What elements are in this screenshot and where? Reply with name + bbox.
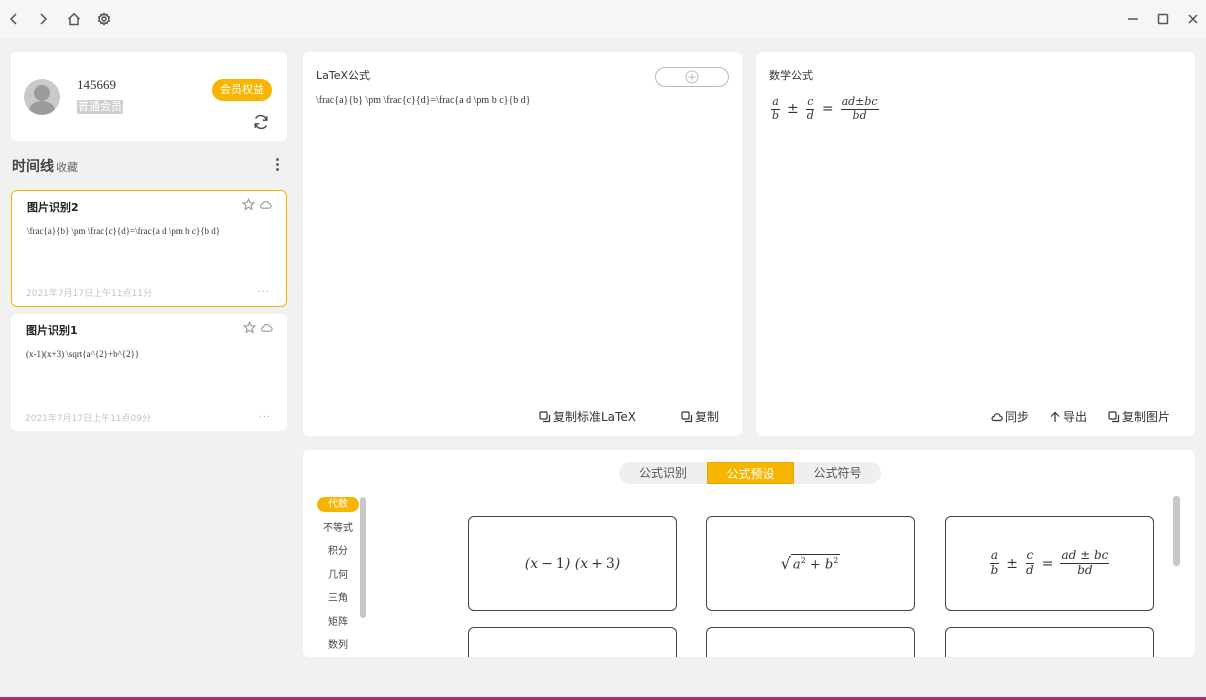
chevron-left-icon[interactable] [4,9,24,29]
arrow-up-icon [1050,411,1060,422]
preset-panel: 公式识别 公式预设 公式符号 代数 不等式 积分 几何 三角 矩阵 数列 (x −… [303,450,1195,657]
preset-formula-card[interactable]: ab ± cd = ad ± bc bd [945,516,1154,611]
preset-formula-card[interactable]: (x −1) (x +3) [468,516,677,611]
refresh-icon[interactable] [252,113,270,131]
maximize-icon[interactable] [1153,9,1173,29]
category-geometry[interactable]: 几何 [317,568,359,583]
add-button[interactable] [655,67,729,87]
tab-formula-recognition[interactable]: 公式识别 [619,462,707,484]
star-icon[interactable] [243,321,256,334]
cloud-icon[interactable] [260,321,273,334]
copy-image-button[interactable]: 复制图片 [1108,408,1170,425]
minimize-icon[interactable] [1123,9,1143,29]
cloud-icon[interactable] [259,198,272,211]
preset-formula-card[interactable]: √ a2 + b2 [706,516,915,611]
more-horizontal-icon[interactable]: ··· [257,288,270,298]
timeline-item[interactable]: 图片识别1 (x-1)(x+3) \sqrt{a^{2}+b^{2}} 2021… [11,314,287,431]
title-bar [0,0,1206,38]
math-panel: 数学公式 ab ± cd = ad±bc bd 同步 导出 复制图片 [756,52,1195,436]
profile-card: 145669 普通会员 会员权益 [11,52,287,141]
category-trigonometry[interactable]: 三角 [317,591,359,606]
close-icon[interactable] [1183,9,1203,29]
sync-label: 同步 [1005,410,1030,424]
timeline-item-name: 图片识别2 [27,201,79,214]
copy-image-label: 复制图片 [1122,410,1171,424]
star-icon[interactable] [242,198,255,211]
favorites-tab[interactable]: 收藏 [56,159,78,175]
category-scrollbar[interactable] [360,497,366,618]
export-button[interactable]: 导出 [1049,408,1087,425]
copy-button[interactable]: 复制 [681,408,719,425]
avatar[interactable] [24,79,60,115]
copy-standard-latex-label: 复制标准LaTeX [553,410,636,424]
home-icon[interactable] [64,9,84,29]
category-integral[interactable]: 积分 [317,544,359,559]
category-sequence[interactable]: 数列 [317,638,359,653]
preset-formula-card[interactable] [468,627,677,657]
copy-icon [1108,410,1120,422]
timeline-item-name: 图片识别1 [26,324,78,337]
copy-label: 复制 [695,410,720,424]
latex-panel: LaTeX公式 \frac{a}{b} \pm \frac{c}{d}=\fra… [303,52,742,436]
plus-circle-icon [685,70,699,84]
copy-standard-latex-button[interactable]: 复制标准LaTeX [539,408,636,425]
vip-benefits-button[interactable]: 会员权益 [212,79,272,101]
copy-icon [539,410,551,422]
rendered-formula: ab ± cd = ad±bc bd [771,95,879,122]
tab-formula-symbols[interactable]: 公式符号 [794,462,881,484]
timeline-item-date: 2021年7月17日上午11点11分 [26,289,152,299]
cloud-icon [991,412,1003,421]
tab-formula-presets[interactable]: 公式预设 [707,462,794,484]
timeline-item-formula: (x-1)(x+3) \sqrt{a^{2}+b^{2}} [26,349,140,359]
timeline-title: 时间线 [12,159,54,175]
sync-button[interactable]: 同步 [991,408,1029,425]
math-panel-title: 数学公式 [769,69,813,82]
timeline-item-formula: \frac{a}{b} \pm \frac{c}{d}=\frac{a d \p… [27,226,221,236]
preset-formula-card[interactable] [945,627,1154,657]
gear-icon[interactable] [94,9,114,29]
timeline-item-date: 2021年7月17日上午11点09分 [25,414,151,424]
more-horizontal-icon[interactable]: ··· [258,413,271,423]
chevron-right-icon[interactable] [33,9,53,29]
export-label: 导出 [1063,410,1088,424]
latex-panel-title: LaTeX公式 [316,69,371,82]
category-matrix[interactable]: 矩阵 [317,615,359,630]
timeline-item[interactable]: 图片识别2 \frac{a}{b} \pm \frac{c}{d}=\frac{… [11,190,287,307]
category-algebra[interactable]: 代数 [317,497,359,512]
copy-icon [681,410,693,422]
member-level-badge: 普通会员 [77,100,123,114]
latex-code-editor[interactable]: \frac{a}{b} \pm \frac{c}{d}=\frac{a d \p… [316,95,531,106]
user-id: 145669 [77,77,116,92]
preset-scrollbar[interactable] [1173,496,1180,566]
category-inequality[interactable]: 不等式 [317,521,359,536]
more-vertical-icon[interactable] [270,156,284,174]
formula-tabs: 公式识别 公式预设 公式符号 [619,462,881,484]
preset-formula-card[interactable] [706,627,915,657]
